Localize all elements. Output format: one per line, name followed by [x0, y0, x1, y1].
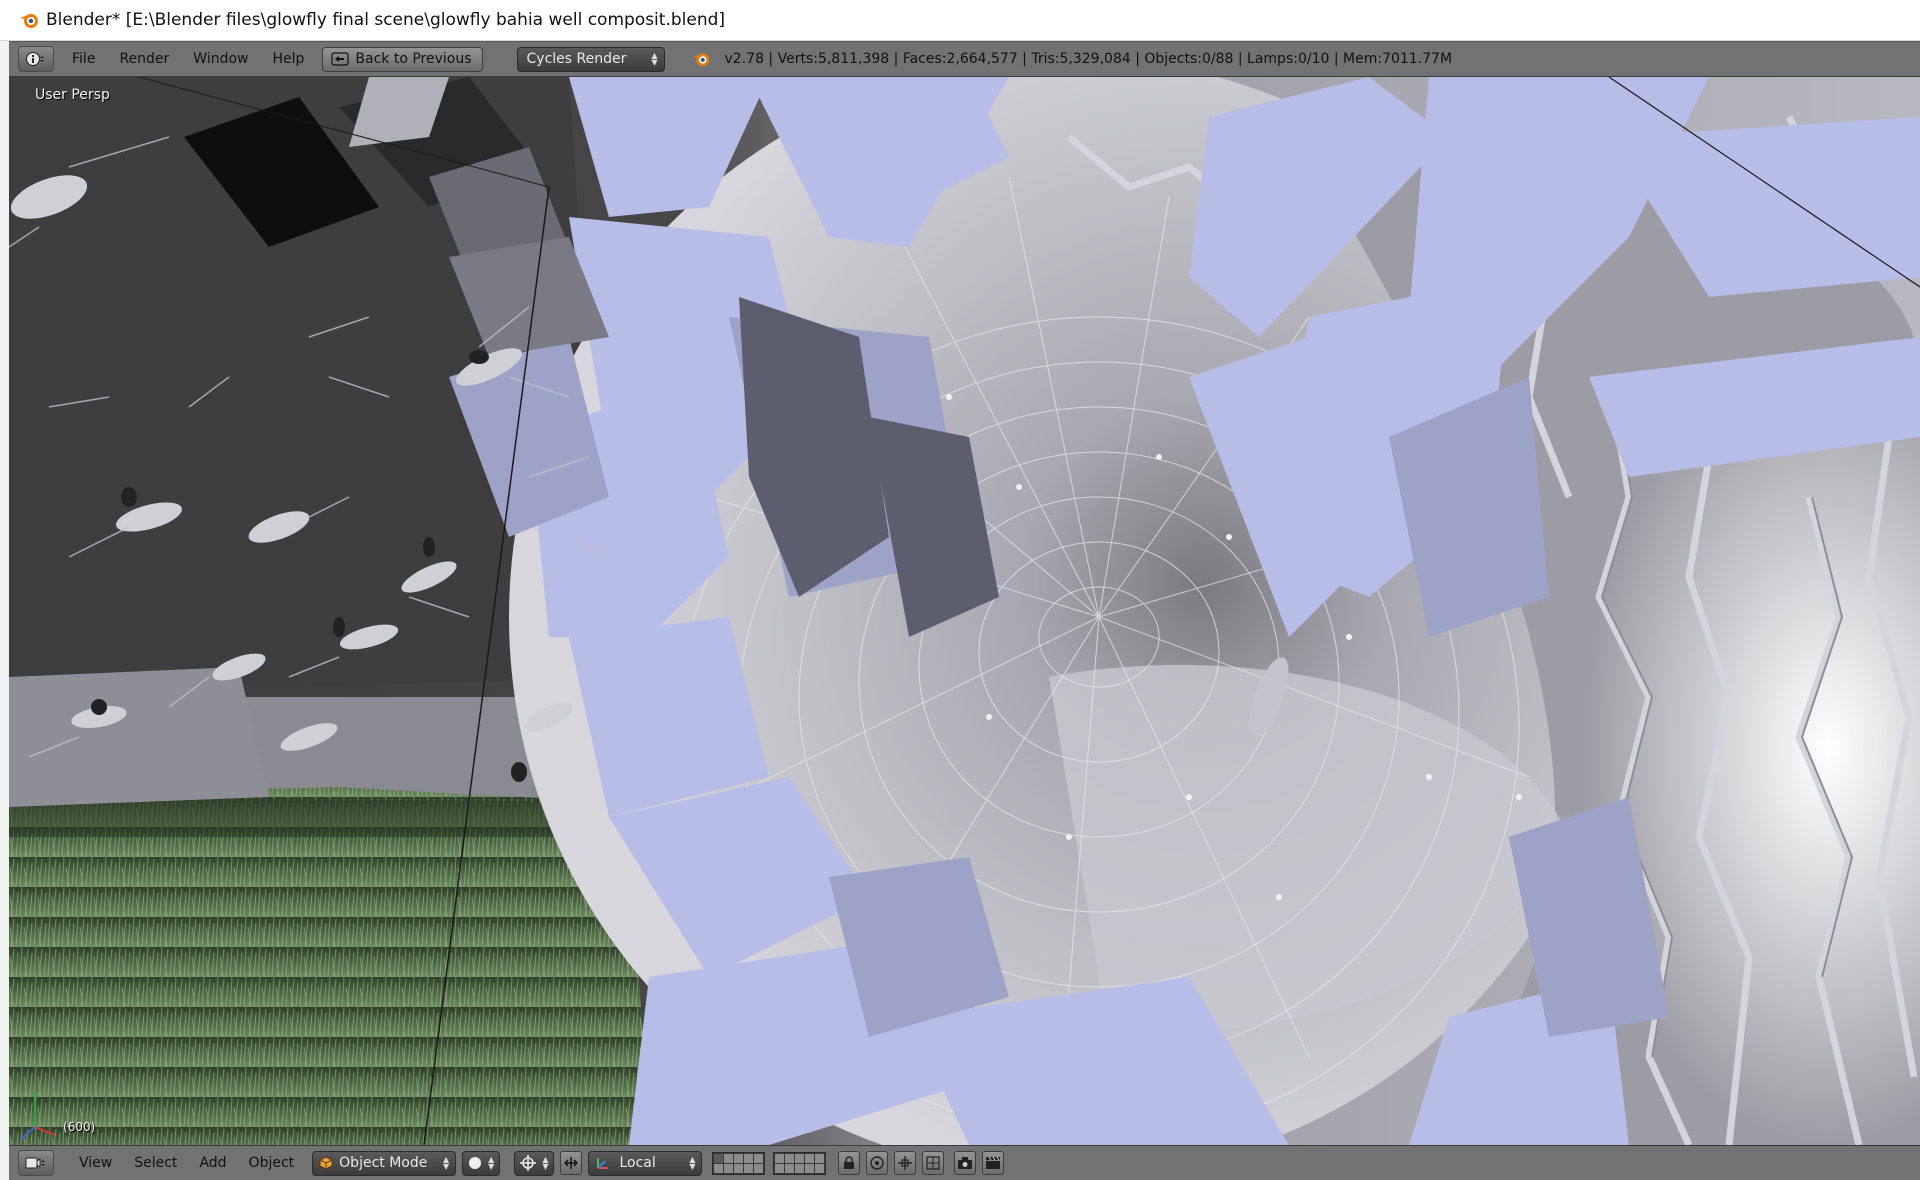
updown-arrows-icon: ▲ ▼ [689, 1155, 696, 1171]
editor-type-button[interactable] [18, 1150, 54, 1176]
blender-logo-icon [692, 53, 709, 67]
scene-layers-group-b[interactable] [773, 1151, 827, 1175]
3d-viewport[interactable]: User Persp (600) [9, 77, 1920, 1145]
pivot-point-icon [520, 1155, 537, 1171]
snap-target-icon [926, 1156, 941, 1170]
camera-icon [958, 1157, 973, 1169]
window-titlebar: Blender* [E:\Blender files\glowfly final… [0, 0, 1920, 41]
menu-object[interactable]: Object [249, 1155, 295, 1171]
back-to-previous-label: Back to Previous [355, 51, 472, 67]
render-engine-label: Cycles Render [526, 51, 627, 67]
clapperboard-icon [986, 1156, 1001, 1169]
manipulator-icon [564, 1157, 578, 1169]
view-perspective-label: User Persp [35, 87, 110, 103]
viewport-scene [9, 77, 1920, 1145]
updown-arrows-icon: ▲ ▼ [542, 1155, 549, 1171]
orientation-axes-icon [597, 1158, 609, 1169]
layer-lock-button[interactable] [838, 1151, 861, 1175]
pivot-point-select[interactable]: ▲ ▼ [514, 1150, 555, 1176]
info-header: File Render Window Help Back to Previous… [9, 41, 1920, 77]
opengl-render-animation-button[interactable] [982, 1151, 1005, 1175]
info-icon [26, 52, 44, 66]
lock-icon [844, 1156, 855, 1169]
back-to-previous-button[interactable]: Back to Previous [322, 46, 483, 72]
menu-window[interactable]: Window [189, 51, 252, 67]
blender-logo-icon [20, 14, 38, 28]
updown-arrows-icon: ▲ ▼ [443, 1155, 450, 1171]
snap-icon [898, 1156, 913, 1170]
menu-help[interactable]: Help [268, 51, 308, 67]
scene-layers-group-a[interactable] [712, 1151, 766, 1175]
transform-orientation-select[interactable]: Local ▲ ▼ [588, 1150, 703, 1176]
interaction-mode-label: Object Mode [339, 1155, 428, 1171]
menu-select[interactable]: Select [134, 1155, 177, 1171]
menu-add[interactable]: Add [199, 1155, 226, 1171]
3d-view-icon [25, 1157, 45, 1169]
menu-view[interactable]: View [79, 1155, 112, 1171]
current-frame-label: (600) [63, 1120, 96, 1134]
interaction-mode-select[interactable]: Object Mode ▲ ▼ [312, 1150, 457, 1176]
solid-shading-icon [469, 1157, 482, 1169]
updown-arrows-icon: ▲ ▼ [488, 1155, 495, 1171]
scene-statistics: v2.78 | Verts:5,811,398 | Faces:2,664,57… [724, 51, 1453, 67]
menu-render[interactable]: Render [115, 51, 173, 67]
window-title: Blender* [E:\Blender files\glowfly final… [46, 10, 726, 30]
window-left-edge [0, 41, 9, 1180]
3d-view-header: View Select Add Object Object Mode ▲ ▼ ▲ ▼… [9, 1145, 1920, 1180]
proportional-edit-icon [870, 1156, 885, 1170]
object-mode-cube-icon [319, 1156, 333, 1170]
render-engine-select[interactable]: Cycles Render ▲ ▼ [516, 46, 665, 72]
updown-arrows-icon: ▲ ▼ [651, 51, 658, 67]
editor-type-button[interactable] [18, 46, 54, 72]
transform-orientation-label: Local [619, 1155, 656, 1171]
back-arrow-icon [331, 52, 350, 66]
manipulator-toggle[interactable] [560, 1151, 583, 1175]
menu-file[interactable]: File [68, 51, 99, 67]
proportional-edit-button[interactable] [866, 1151, 889, 1175]
opengl-render-button[interactable] [954, 1151, 977, 1175]
snap-element-button[interactable] [894, 1151, 917, 1175]
snap-target-button[interactable] [922, 1151, 945, 1175]
viewport-shading-select[interactable]: ▲ ▼ [462, 1150, 501, 1176]
